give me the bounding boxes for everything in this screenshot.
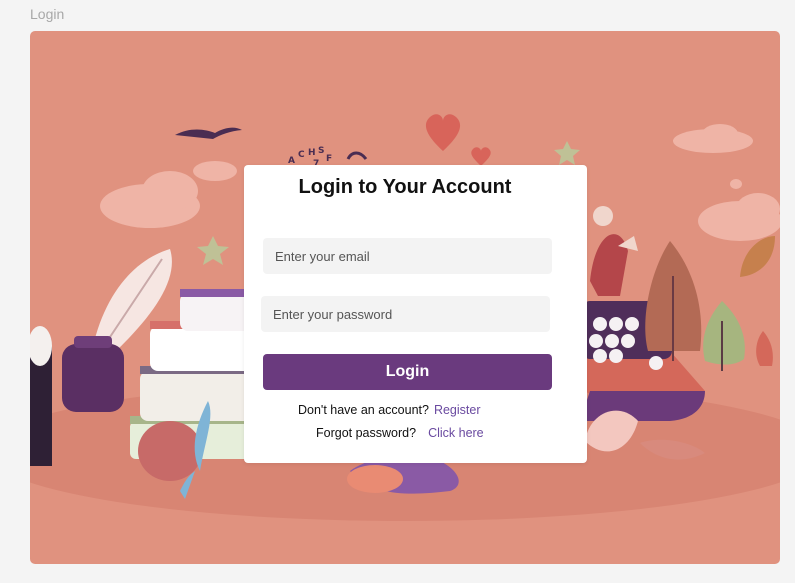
register-row: Don't have an account? Register: [298, 403, 481, 417]
svg-text:F: F: [326, 154, 332, 164]
hero-illustration: ACH SF7 Login to Your Account Login Don'…: [30, 31, 780, 564]
svg-text:S: S: [318, 146, 324, 156]
forgot-password-prompt: Forgot password?: [316, 426, 417, 440]
register-prompt: Don't have an account?: [298, 403, 429, 417]
login-button[interactable]: Login: [263, 354, 552, 390]
register-link[interactable]: Register: [434, 403, 481, 417]
svg-text:H: H: [308, 148, 316, 158]
forgot-password-row: Forgot password? Click here: [316, 426, 484, 440]
login-title: Login to Your Account: [298, 176, 512, 198]
login-card: Login to Your Account Login Don't have a…: [244, 165, 587, 463]
svg-text:C: C: [298, 150, 305, 160]
page-label: Login: [30, 6, 65, 22]
forgot-password-link[interactable]: Click here: [428, 426, 484, 440]
password-field[interactable]: [261, 296, 550, 332]
email-field[interactable]: [263, 238, 552, 274]
